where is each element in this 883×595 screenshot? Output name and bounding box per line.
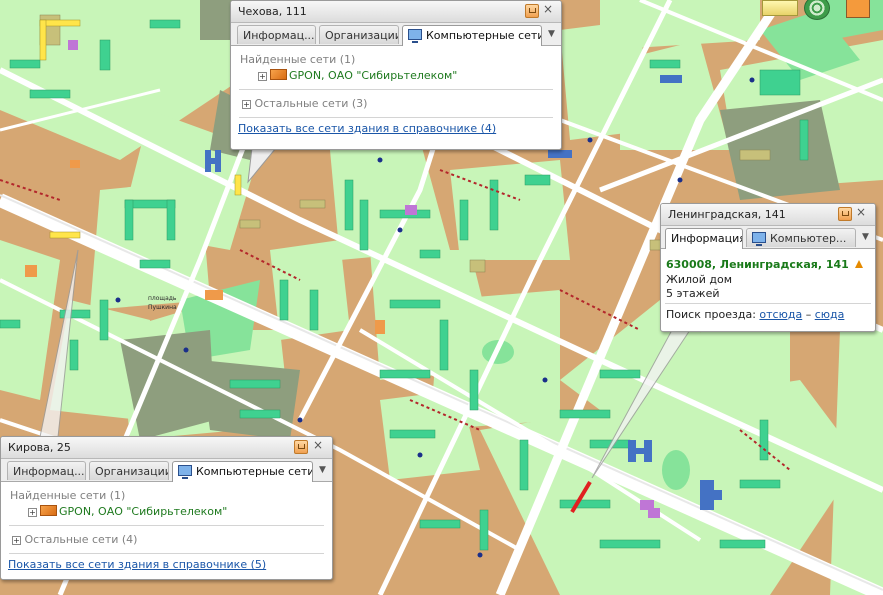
other-networks-item[interactable]: + Остальные сети (3)	[242, 97, 367, 110]
close-icon[interactable]: ×	[542, 3, 554, 16]
pin-icon[interactable]	[838, 207, 852, 221]
route-search-label: Поиск проезда:	[666, 308, 756, 321]
show-all-networks-link[interactable]: Показать все сети здания в справочнике (…	[8, 558, 266, 571]
computer-network-icon	[408, 29, 422, 43]
found-networks-label: Найденные сети (1)	[240, 53, 356, 66]
map-tool-export-icon[interactable]	[846, 0, 870, 18]
tab-organizations[interactable]: Организации	[89, 461, 169, 480]
warning-icon[interactable]	[855, 260, 863, 268]
map-square-label-1: площадь	[148, 295, 177, 302]
popup-title: Кирова, 25	[8, 441, 71, 454]
popup-header: Чехова, 111 ×	[231, 1, 561, 23]
tab-info[interactable]: Информац...	[237, 25, 316, 44]
network-name: GPON, ОАО "Сибирьтелеком"	[59, 505, 228, 518]
popup-leningradskaya: Ленинградская, 141 × Информация Компьюте…	[660, 203, 876, 332]
building-type: Жилой дом	[666, 273, 733, 286]
network-name: GPON, ОАО "Сибирьтелеком"	[289, 69, 458, 82]
computer-network-icon	[752, 232, 766, 246]
divider	[239, 117, 553, 118]
divider	[9, 553, 324, 554]
tab-info[interactable]: Информация	[665, 228, 743, 249]
popup-title: Чехова, 111	[238, 5, 307, 18]
divider	[239, 89, 553, 90]
tab-computer-networks[interactable]: Компьютер...	[746, 228, 856, 247]
popup-header: Кирова, 25 ×	[1, 437, 332, 459]
route-to-link[interactable]: сюда	[815, 308, 845, 321]
popup-header: Ленинградская, 141 ×	[661, 204, 875, 226]
map-tool-radar-icon[interactable]	[804, 0, 830, 20]
popup-title: Ленинградская, 141	[668, 208, 786, 221]
route-dash: –	[805, 308, 812, 321]
pin-icon[interactable]	[294, 440, 308, 454]
plus-expand-icon[interactable]: +	[12, 536, 21, 545]
tab-info[interactable]: Информац...	[7, 461, 86, 480]
show-all-networks-link[interactable]: Показать все сети здания в справочнике (…	[238, 122, 496, 135]
network-item[interactable]: + GPON, ОАО "Сибирьтелеком"	[258, 69, 457, 82]
popup-chekhova: Чехова, 111 × Информац... Организации Ко…	[230, 0, 562, 150]
computer-network-icon	[178, 465, 192, 479]
gpon-network-icon	[270, 69, 287, 80]
gpon-network-icon	[40, 505, 57, 516]
route-search: Поиск проезда: отсюда – сюда	[666, 308, 844, 321]
other-networks-label: Остальные сети (3)	[254, 97, 368, 110]
pin-icon[interactable]	[525, 4, 539, 18]
map-square-label-2: Пушкина	[148, 304, 177, 311]
chevron-down-icon[interactable]: ▼	[861, 231, 870, 244]
tab-computer-networks[interactable]: Компьютерные сети	[402, 25, 542, 46]
plus-expand-icon[interactable]: +	[28, 508, 37, 517]
other-networks-item[interactable]: + Остальные сети (4)	[12, 533, 137, 546]
tab-computer-networks[interactable]: Компьютерные сети	[172, 461, 313, 482]
network-item[interactable]: + GPON, ОАО "Сибирьтелеком"	[28, 505, 227, 518]
popup-tabs: Информация Компьютер... ▼	[661, 226, 875, 249]
popup-tabs: Информац... Организации Компьютерные сет…	[231, 23, 561, 46]
close-icon[interactable]: ×	[312, 439, 324, 452]
other-networks-label: Остальные сети (4)	[24, 533, 138, 546]
plus-expand-icon[interactable]: +	[242, 100, 251, 109]
close-icon[interactable]: ×	[855, 206, 867, 219]
tab-organizations[interactable]: Организации	[319, 25, 399, 44]
building-floors: 5 этажей	[666, 287, 720, 300]
building-address: 630008, Ленинградская, 141	[666, 258, 849, 271]
found-networks-label: Найденные сети (1)	[10, 489, 126, 502]
map-tool-layers-icon[interactable]	[762, 0, 798, 16]
map-toolbar	[758, 0, 883, 22]
chevron-down-icon[interactable]: ▼	[318, 464, 327, 477]
plus-expand-icon[interactable]: +	[258, 72, 267, 81]
divider	[9, 525, 324, 526]
divider	[665, 303, 871, 304]
route-from-link[interactable]: отсюда	[759, 308, 802, 321]
chevron-down-icon[interactable]: ▼	[547, 28, 556, 41]
popup-kirova: Кирова, 25 × Информац... Организации Ком…	[0, 436, 333, 580]
popup-tabs: Информац... Организации Компьютерные сет…	[1, 459, 332, 482]
